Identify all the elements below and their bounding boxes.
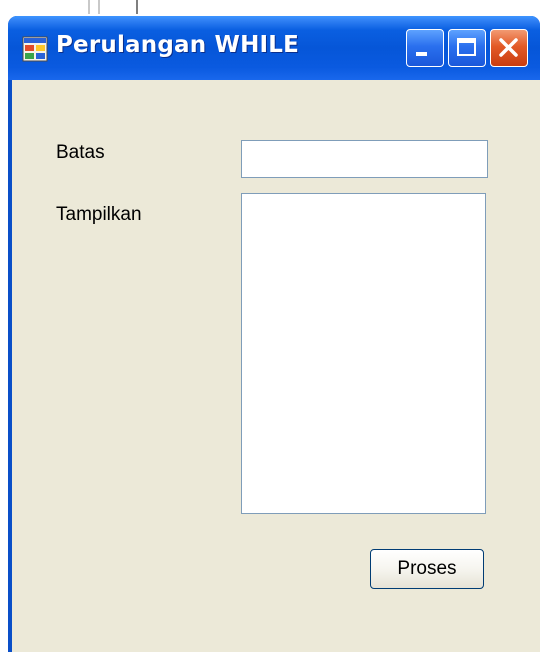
background-window-edge [136, 0, 138, 14]
form-window: Perulangan WHILE Batas Tampilkan Proses [8, 16, 540, 652]
background-window-edge [98, 0, 100, 14]
batas-label: Batas [56, 142, 105, 163]
windows-form-icon[interactable] [22, 36, 48, 62]
close-button[interactable] [490, 29, 528, 67]
maximize-icon [457, 38, 476, 56]
close-icon [499, 38, 518, 57]
tampilkan-label: Tampilkan [56, 204, 142, 225]
background-window-edge [88, 0, 90, 14]
form-client-area: Batas Tampilkan Proses [12, 80, 540, 652]
window-title: Perulangan WHILE [56, 32, 300, 58]
minimize-icon [416, 52, 427, 56]
title-bar[interactable]: Perulangan WHILE [8, 16, 540, 80]
minimize-button[interactable] [406, 29, 444, 67]
tampilkan-output-textarea[interactable] [241, 193, 486, 514]
desktop-background [0, 0, 540, 14]
batas-input[interactable] [241, 140, 488, 178]
proses-button[interactable]: Proses [370, 549, 484, 589]
maximize-button[interactable] [448, 29, 486, 67]
